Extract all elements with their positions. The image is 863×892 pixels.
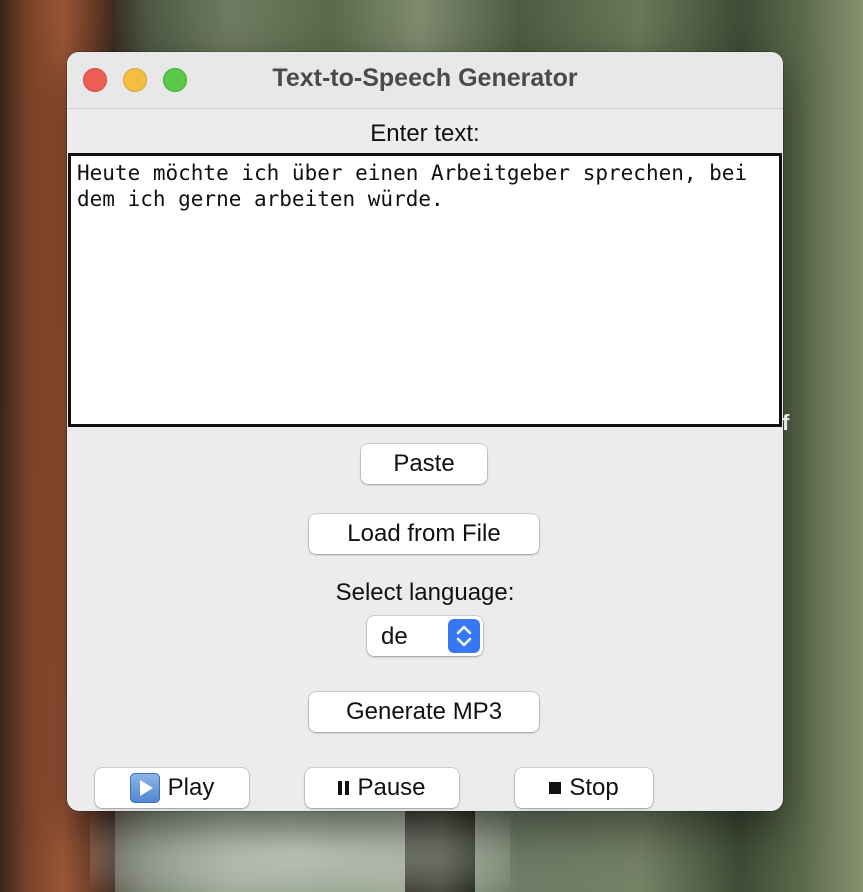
title-bar: Text-to-Speech Generator: [67, 52, 783, 109]
play-button-label: Play: [167, 774, 215, 801]
generate-mp3-button[interactable]: Generate MP3: [309, 692, 539, 732]
app-window: Text-to-Speech Generator Enter text: Heu…: [67, 52, 783, 811]
load-from-file-button[interactable]: Load from File: [309, 514, 539, 554]
generate-mp3-button-label: Generate MP3: [345, 698, 503, 725]
stop-button[interactable]: Stop: [515, 768, 653, 808]
chevron-updown-icon: [448, 619, 480, 653]
stray-glyph: f: [782, 410, 790, 435]
paste-button-label: Paste: [393, 450, 455, 477]
play-button[interactable]: Play: [95, 768, 249, 808]
desktop-wallpaper-fog: [90, 810, 510, 892]
text-input-area[interactable]: Heute möchte ich über einen Arbeitgeber …: [68, 153, 782, 427]
language-select-value: de: [381, 623, 408, 650]
pause-button-label: Pause: [357, 774, 426, 801]
stop-button-label: Stop: [569, 774, 619, 801]
paste-button[interactable]: Paste: [361, 444, 487, 484]
stop-icon: [549, 782, 562, 794]
window-title: Text-to-Speech Generator: [272, 64, 578, 92]
pause-button[interactable]: Pause: [305, 768, 459, 808]
play-icon: [129, 773, 160, 803]
language-select[interactable]: de: [367, 616, 483, 656]
pause-icon: [338, 781, 350, 795]
load-from-file-button-label: Load from File: [347, 520, 501, 547]
enter-text-label: Enter text:: [370, 120, 480, 147]
select-language-label: Select language:: [335, 579, 515, 606]
